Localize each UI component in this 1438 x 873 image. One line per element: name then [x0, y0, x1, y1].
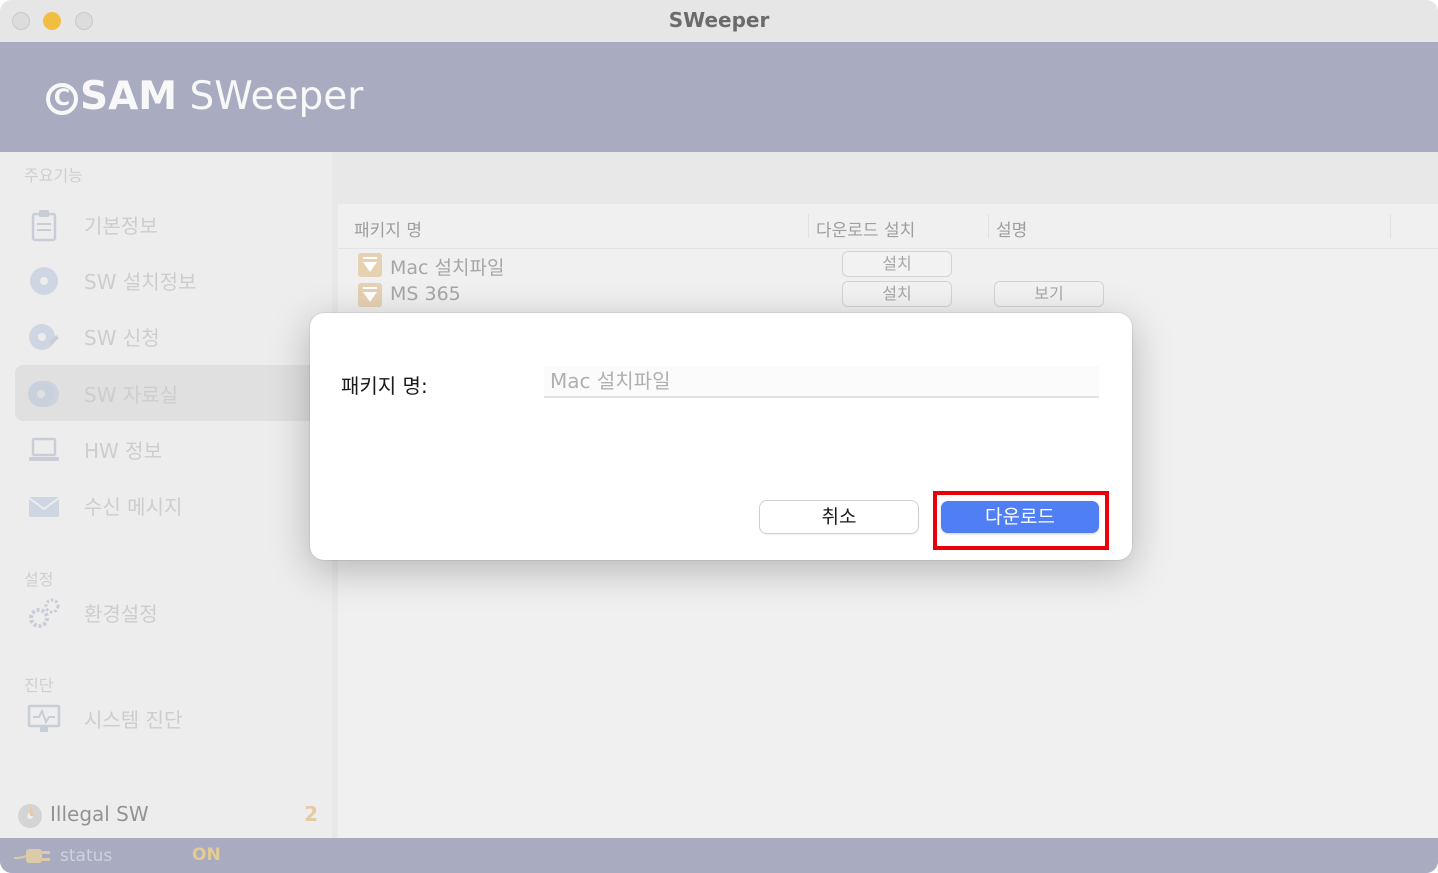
cancel-button[interactable]: 취소	[760, 501, 918, 533]
highlight-box	[933, 491, 1109, 550]
package-name-label: 패키지 명:	[341, 374, 428, 398]
title-bar: SWeeper	[0, 0, 1438, 43]
download-dialog: 패키지 명: 취소 다운로드	[310, 313, 1132, 560]
package-name-input[interactable]	[544, 366, 1099, 398]
window-title: SWeeper	[668, 8, 770, 32]
